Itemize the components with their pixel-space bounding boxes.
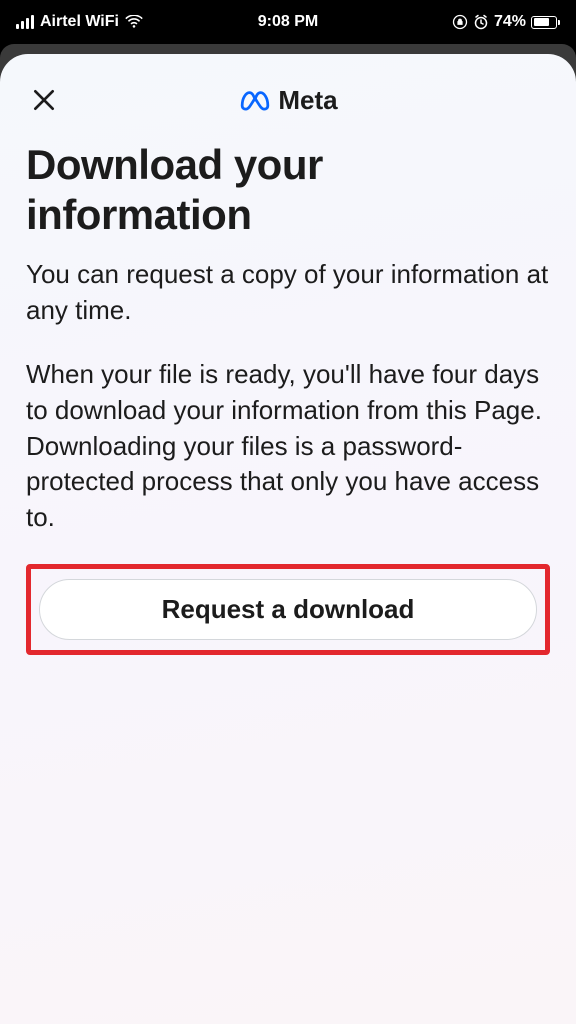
close-button[interactable] xyxy=(26,82,62,118)
status-time: 9:08 PM xyxy=(258,13,318,31)
page-title: Download your information xyxy=(26,140,550,239)
wifi-icon xyxy=(125,15,143,29)
modal-sheet: Meta Download your information You can r… xyxy=(0,54,576,1024)
details-paragraph: When your file is ready, you'll have fou… xyxy=(26,357,550,536)
signal-icon xyxy=(16,15,34,29)
status-right: 74% xyxy=(452,13,560,31)
battery-icon xyxy=(531,16,560,29)
status-bar: Airtel WiFi 9:08 PM 74% xyxy=(0,0,576,44)
meta-logo: Meta xyxy=(238,85,337,116)
battery-percent: 74% xyxy=(494,13,526,31)
meta-logo-text: Meta xyxy=(278,85,337,116)
intro-paragraph: You can request a copy of your informati… xyxy=(26,257,550,329)
alarm-icon xyxy=(473,14,489,30)
sheet-header: Meta xyxy=(26,82,550,118)
highlight-annotation: Request a download xyxy=(26,564,550,655)
orientation-lock-icon xyxy=(452,14,468,30)
request-download-button[interactable]: Request a download xyxy=(39,579,537,640)
carrier-label: Airtel WiFi xyxy=(40,13,119,31)
close-icon xyxy=(31,87,57,113)
meta-icon xyxy=(238,89,272,111)
status-left: Airtel WiFi xyxy=(16,13,143,31)
